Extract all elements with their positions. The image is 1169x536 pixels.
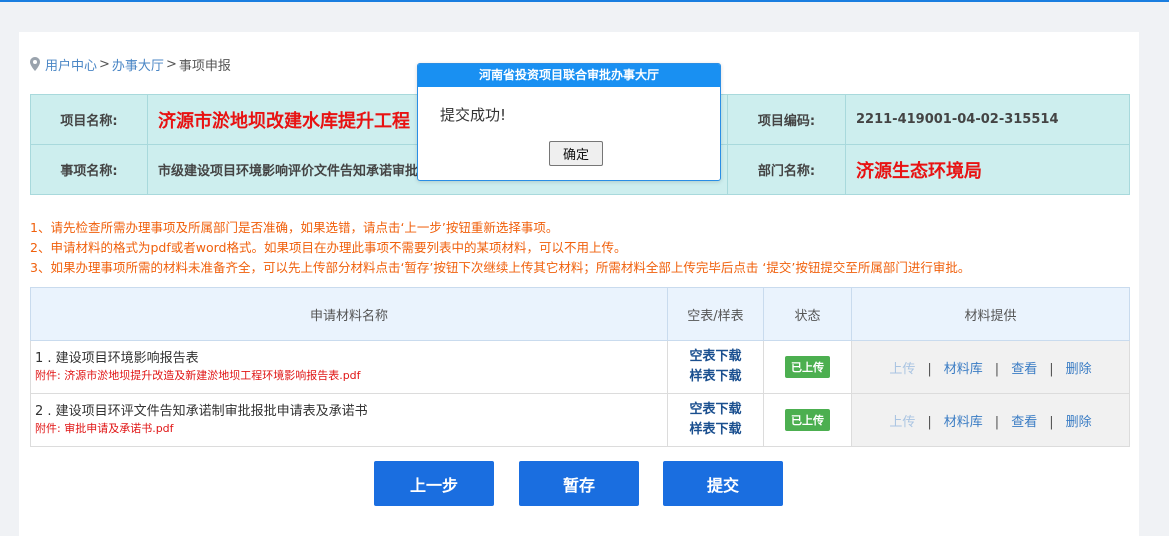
instructions: 1、请先检查所需办理事项及所属部门是否准确，如果选错，请点击‘上一步’按钮重新选… [30, 218, 1140, 278]
department-label: 部门名称: [727, 144, 846, 195]
item-name-label: 事项名称: [30, 144, 148, 195]
department-value: 济源生态环境局 [845, 144, 1130, 195]
project-code-label: 项目编码: [727, 94, 846, 145]
confirm-button[interactable]: 确定 [549, 141, 603, 166]
instruction-line: 1、请先检查所需办理事项及所属部门是否准确，如果选错，请点击‘上一步’按钮重新选… [30, 220, 559, 235]
material-name-cell: 2 . 建设项目环评文件告知承诺制审批报批申请表及承诺书 附件: 审批申请及承诺… [30, 393, 668, 447]
success-dialog: 河南省投资项目联合审批办事大厅 提交成功! 确定 [417, 63, 721, 181]
submit-button[interactable]: 提交 [663, 461, 783, 506]
column-header: 材料提供 [851, 287, 1130, 341]
table-row: 1 . 建设项目环境影响报告表 附件: 济源市淤地坝提升改造及新建淤地坝工程环境… [30, 340, 1130, 394]
divider: | [927, 414, 932, 430]
top-accent-line [0, 0, 1169, 2]
material-title: 2 . 建设项目环评文件告知承诺制审批报批申请表及承诺书 [35, 404, 368, 419]
material-library-link[interactable]: 材料库 [944, 415, 983, 430]
attachment-link[interactable]: 附件: 审批申请及承诺书.pdf [35, 421, 667, 437]
divider: | [1049, 414, 1054, 430]
column-header: 申请材料名称 [30, 287, 668, 341]
status-cell: 已上传 [763, 393, 852, 447]
column-header: 状态 [763, 287, 852, 341]
save-draft-button[interactable]: 暂存 [519, 461, 639, 506]
breadcrumb: 用户中心 > 办事大厅 > 事项申报 [30, 55, 231, 74]
table-row: 2 . 建设项目环评文件告知承诺制审批报批申请表及承诺书 附件: 审批申请及承诺… [30, 393, 1130, 447]
materials-table: 申请材料名称 空表/样表 状态 材料提供 1 . 建设项目环境影响报告表 附件:… [30, 287, 1130, 447]
template-cell: 空表下载 样表下载 [667, 393, 764, 447]
divider: | [994, 361, 1000, 377]
view-link[interactable]: 查看 [1011, 415, 1037, 430]
column-header: 空表/样表 [667, 287, 764, 341]
upload-link[interactable]: 上传 [889, 415, 915, 430]
instruction-line: 2、申请材料的格式为pdf或者word格式。如果项目在办理此事项不需要列表中的某… [30, 240, 627, 255]
divider: | [1049, 361, 1054, 377]
breadcrumb-current: 事项申报 [178, 58, 231, 74]
materials-header-row: 申请材料名称 空表/样表 状态 材料提供 [30, 287, 1130, 341]
actions-cell: 上传 | 材料库 | 查看 | 删除 [851, 340, 1130, 394]
blank-form-download-link[interactable]: 空表下载 [669, 400, 762, 420]
material-title: 1 . 建设项目环境影响报告表 [35, 351, 199, 366]
attachment-link[interactable]: 附件: 济源市淤地坝提升改造及新建淤地坝工程环境影响报告表.pdf [35, 368, 667, 384]
dialog-message: 提交成功! [440, 106, 507, 124]
divider: | [927, 361, 932, 377]
material-name-cell: 1 . 建设项目环境影响报告表 附件: 济源市淤地坝提升改造及新建淤地坝工程环境… [30, 340, 668, 394]
divider: | [994, 414, 1000, 430]
sample-form-download-link[interactable]: 样表下载 [669, 367, 762, 387]
project-name-label: 项目名称: [30, 94, 148, 145]
previous-step-button[interactable]: 上一步 [374, 461, 494, 506]
status-badge: 已上传 [785, 356, 830, 378]
template-cell: 空表下载 样表下载 [667, 340, 764, 394]
breadcrumb-user-center[interactable]: 用户中心 [45, 55, 97, 74]
material-library-link[interactable]: 材料库 [944, 362, 983, 377]
status-badge: 已上传 [785, 409, 830, 431]
location-pin-icon [30, 57, 40, 71]
status-cell: 已上传 [763, 340, 852, 394]
delete-link[interactable]: 删除 [1066, 415, 1092, 430]
breadcrumb-separator: > [99, 56, 110, 72]
actions-cell: 上传 | 材料库 | 查看 | 删除 [851, 393, 1130, 447]
delete-link[interactable]: 删除 [1066, 362, 1092, 377]
breadcrumb-service-hall[interactable]: 办事大厅 [112, 55, 164, 74]
project-code-value: 2211-419001-04-02-315514 [845, 94, 1130, 145]
instruction-line: 3、如果办理事项所需的材料未准备齐全，可以先上传部分材料点击‘暂存’按钮下次继续… [30, 260, 971, 275]
dialog-title: 河南省投资项目联合审批办事大厅 [418, 64, 720, 87]
breadcrumb-separator: > [165, 56, 177, 72]
upload-link[interactable]: 上传 [889, 362, 915, 377]
view-link[interactable]: 查看 [1011, 362, 1037, 377]
blank-form-download-link[interactable]: 空表下载 [669, 347, 762, 367]
sample-form-download-link[interactable]: 样表下载 [669, 420, 762, 440]
